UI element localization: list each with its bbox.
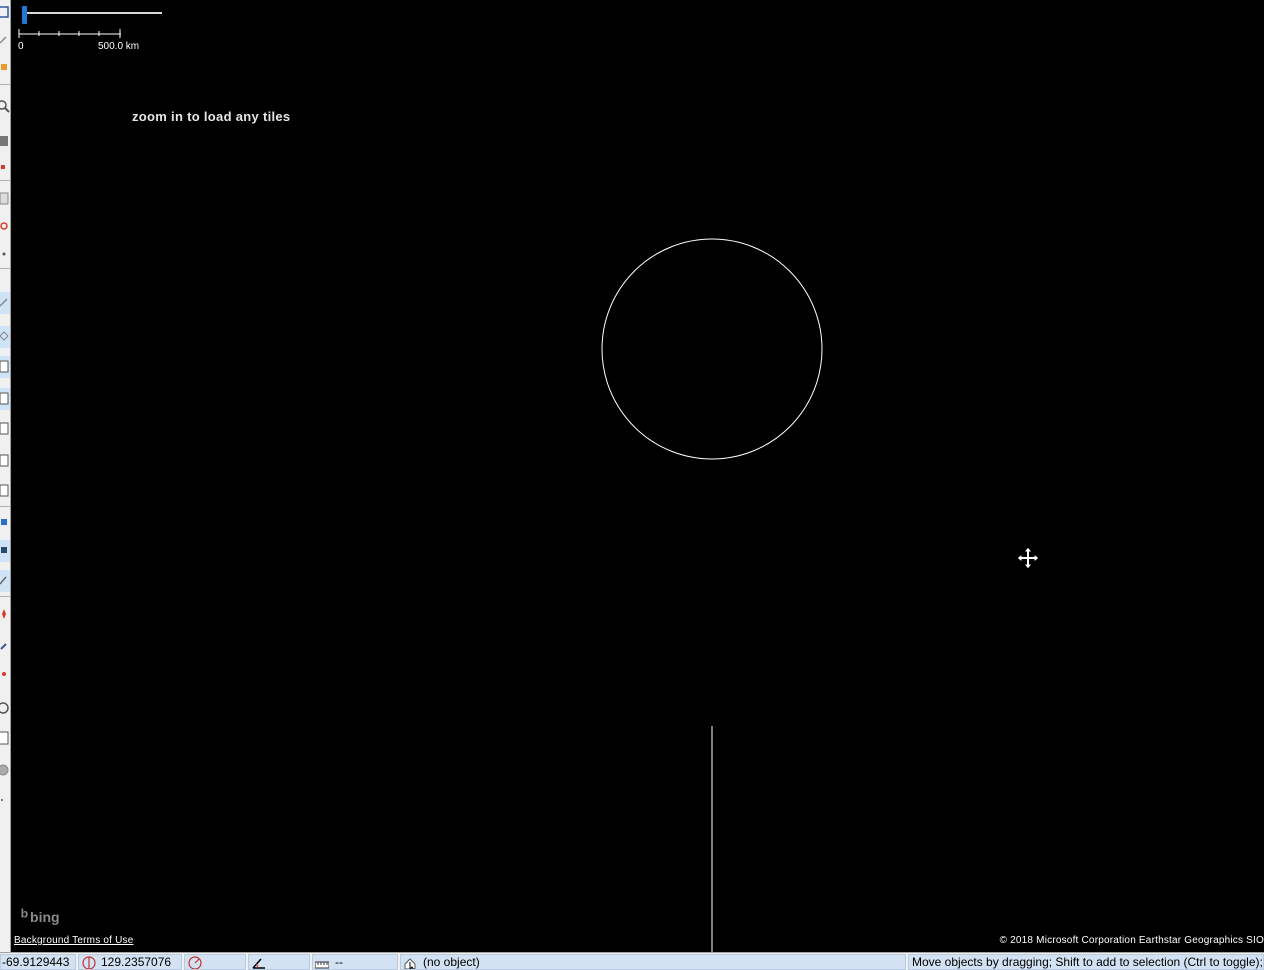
parallel-icon	[2, 252, 6, 256]
align-tool-button[interactable]	[0, 292, 10, 314]
way-icon	[0, 484, 9, 497]
pencil-icon	[0, 643, 7, 650]
delete-icon	[0, 136, 8, 146]
star-icon	[2, 609, 6, 619]
image-tool-button[interactable]	[0, 326, 10, 348]
latitude-field: -69.9129443	[0, 954, 76, 970]
longitude-field: 129.2357076	[78, 954, 182, 970]
globe-tool-button[interactable]	[0, 760, 10, 782]
angle-field	[248, 954, 310, 970]
image-icon	[0, 331, 9, 341]
lasso-tool-button[interactable]	[0, 30, 10, 52]
move-cursor-icon	[1016, 546, 1040, 570]
merge-tool-button[interactable]	[0, 216, 10, 238]
photo-icon	[1, 547, 7, 553]
building-icon	[0, 422, 9, 435]
merge-icon	[0, 222, 8, 230]
select-tool-button[interactable]	[0, 2, 10, 24]
object-icon	[404, 958, 416, 969]
bing-logo-icon: ᵇ	[21, 906, 29, 926]
delete-tool-button[interactable]	[0, 130, 10, 152]
zoom-icon	[0, 100, 10, 113]
status-bar: -69.9129443 129.2357076 -- (no object) M…	[0, 952, 1264, 970]
split-icon	[1, 165, 5, 169]
building-tool-button[interactable]	[0, 418, 10, 440]
photo-tool-button[interactable]	[0, 540, 10, 562]
dot-icon	[1, 799, 3, 801]
distance-value: --	[335, 955, 343, 969]
pen-tool-button[interactable]	[0, 570, 10, 592]
imagery-attribution: © 2018 Microsoft Corporation Earthstar G…	[999, 935, 1264, 946]
split-tool-button[interactable]	[0, 156, 10, 178]
gpx-tool-button[interactable]	[0, 356, 10, 378]
angle-icon	[252, 958, 265, 969]
align-icon	[0, 298, 8, 307]
node-tool-button[interactable]	[0, 450, 10, 472]
longitude-icon	[82, 956, 96, 969]
selected-object-value: (no object)	[423, 955, 480, 969]
map-view[interactable]: 0 500.0 km zoom in to load any tiles ᵇ bi…	[12, 0, 1264, 952]
rectangle-icon	[0, 731, 9, 745]
latitude-value: -69.9129443	[2, 955, 70, 969]
dot-tool-button[interactable]	[0, 790, 10, 812]
combine-tool-button[interactable]	[0, 188, 10, 210]
selected-object-field: (no object)	[400, 954, 906, 970]
bing-logo-text: bing	[30, 909, 60, 925]
ruler-icon	[315, 961, 329, 969]
way-tool-button[interactable]	[0, 480, 10, 502]
pencil-tool-button[interactable]	[0, 636, 10, 658]
bing-logo: ᵇ bing	[21, 906, 60, 927]
longitude-value: 129.2357076	[101, 955, 172, 969]
draw-tool-button[interactable]	[0, 56, 10, 78]
background-terms-link[interactable]: Background Terms of Use	[14, 935, 133, 946]
heading-field	[184, 954, 246, 970]
node-icon	[0, 454, 9, 467]
street-icon	[0, 392, 9, 405]
circle-icon	[0, 702, 9, 714]
zoom-tool-button[interactable]	[0, 96, 10, 118]
waypoint-tool-button[interactable]	[0, 512, 10, 534]
help-text: Move objects by dragging; Shift to add t…	[912, 955, 1264, 969]
help-text-field: Move objects by dragging; Shift to add t…	[908, 954, 1264, 970]
rectangle-tool-button[interactable]	[0, 728, 10, 750]
draw-icon	[1, 64, 7, 70]
select-icon	[0, 6, 9, 18]
lasso-icon	[0, 36, 7, 44]
star-tool-button[interactable]	[0, 604, 10, 626]
gpx-icon	[0, 360, 9, 373]
distance-field: --	[312, 954, 398, 970]
circle-tool-button[interactable]	[0, 698, 10, 720]
pen-icon	[0, 576, 7, 585]
marker-icon	[2, 672, 6, 676]
combine-icon	[0, 192, 9, 205]
selection-circle[interactable]	[601, 238, 823, 460]
marker-tool-button[interactable]	[0, 664, 10, 686]
waypoint-icon	[1, 519, 7, 525]
globe-icon	[0, 764, 9, 776]
left-toolbar	[0, 0, 11, 952]
parallel-tool-button[interactable]	[0, 244, 10, 266]
map-canvas	[601, 238, 823, 952]
street-tool-button[interactable]	[0, 388, 10, 410]
heading-icon	[188, 956, 202, 969]
